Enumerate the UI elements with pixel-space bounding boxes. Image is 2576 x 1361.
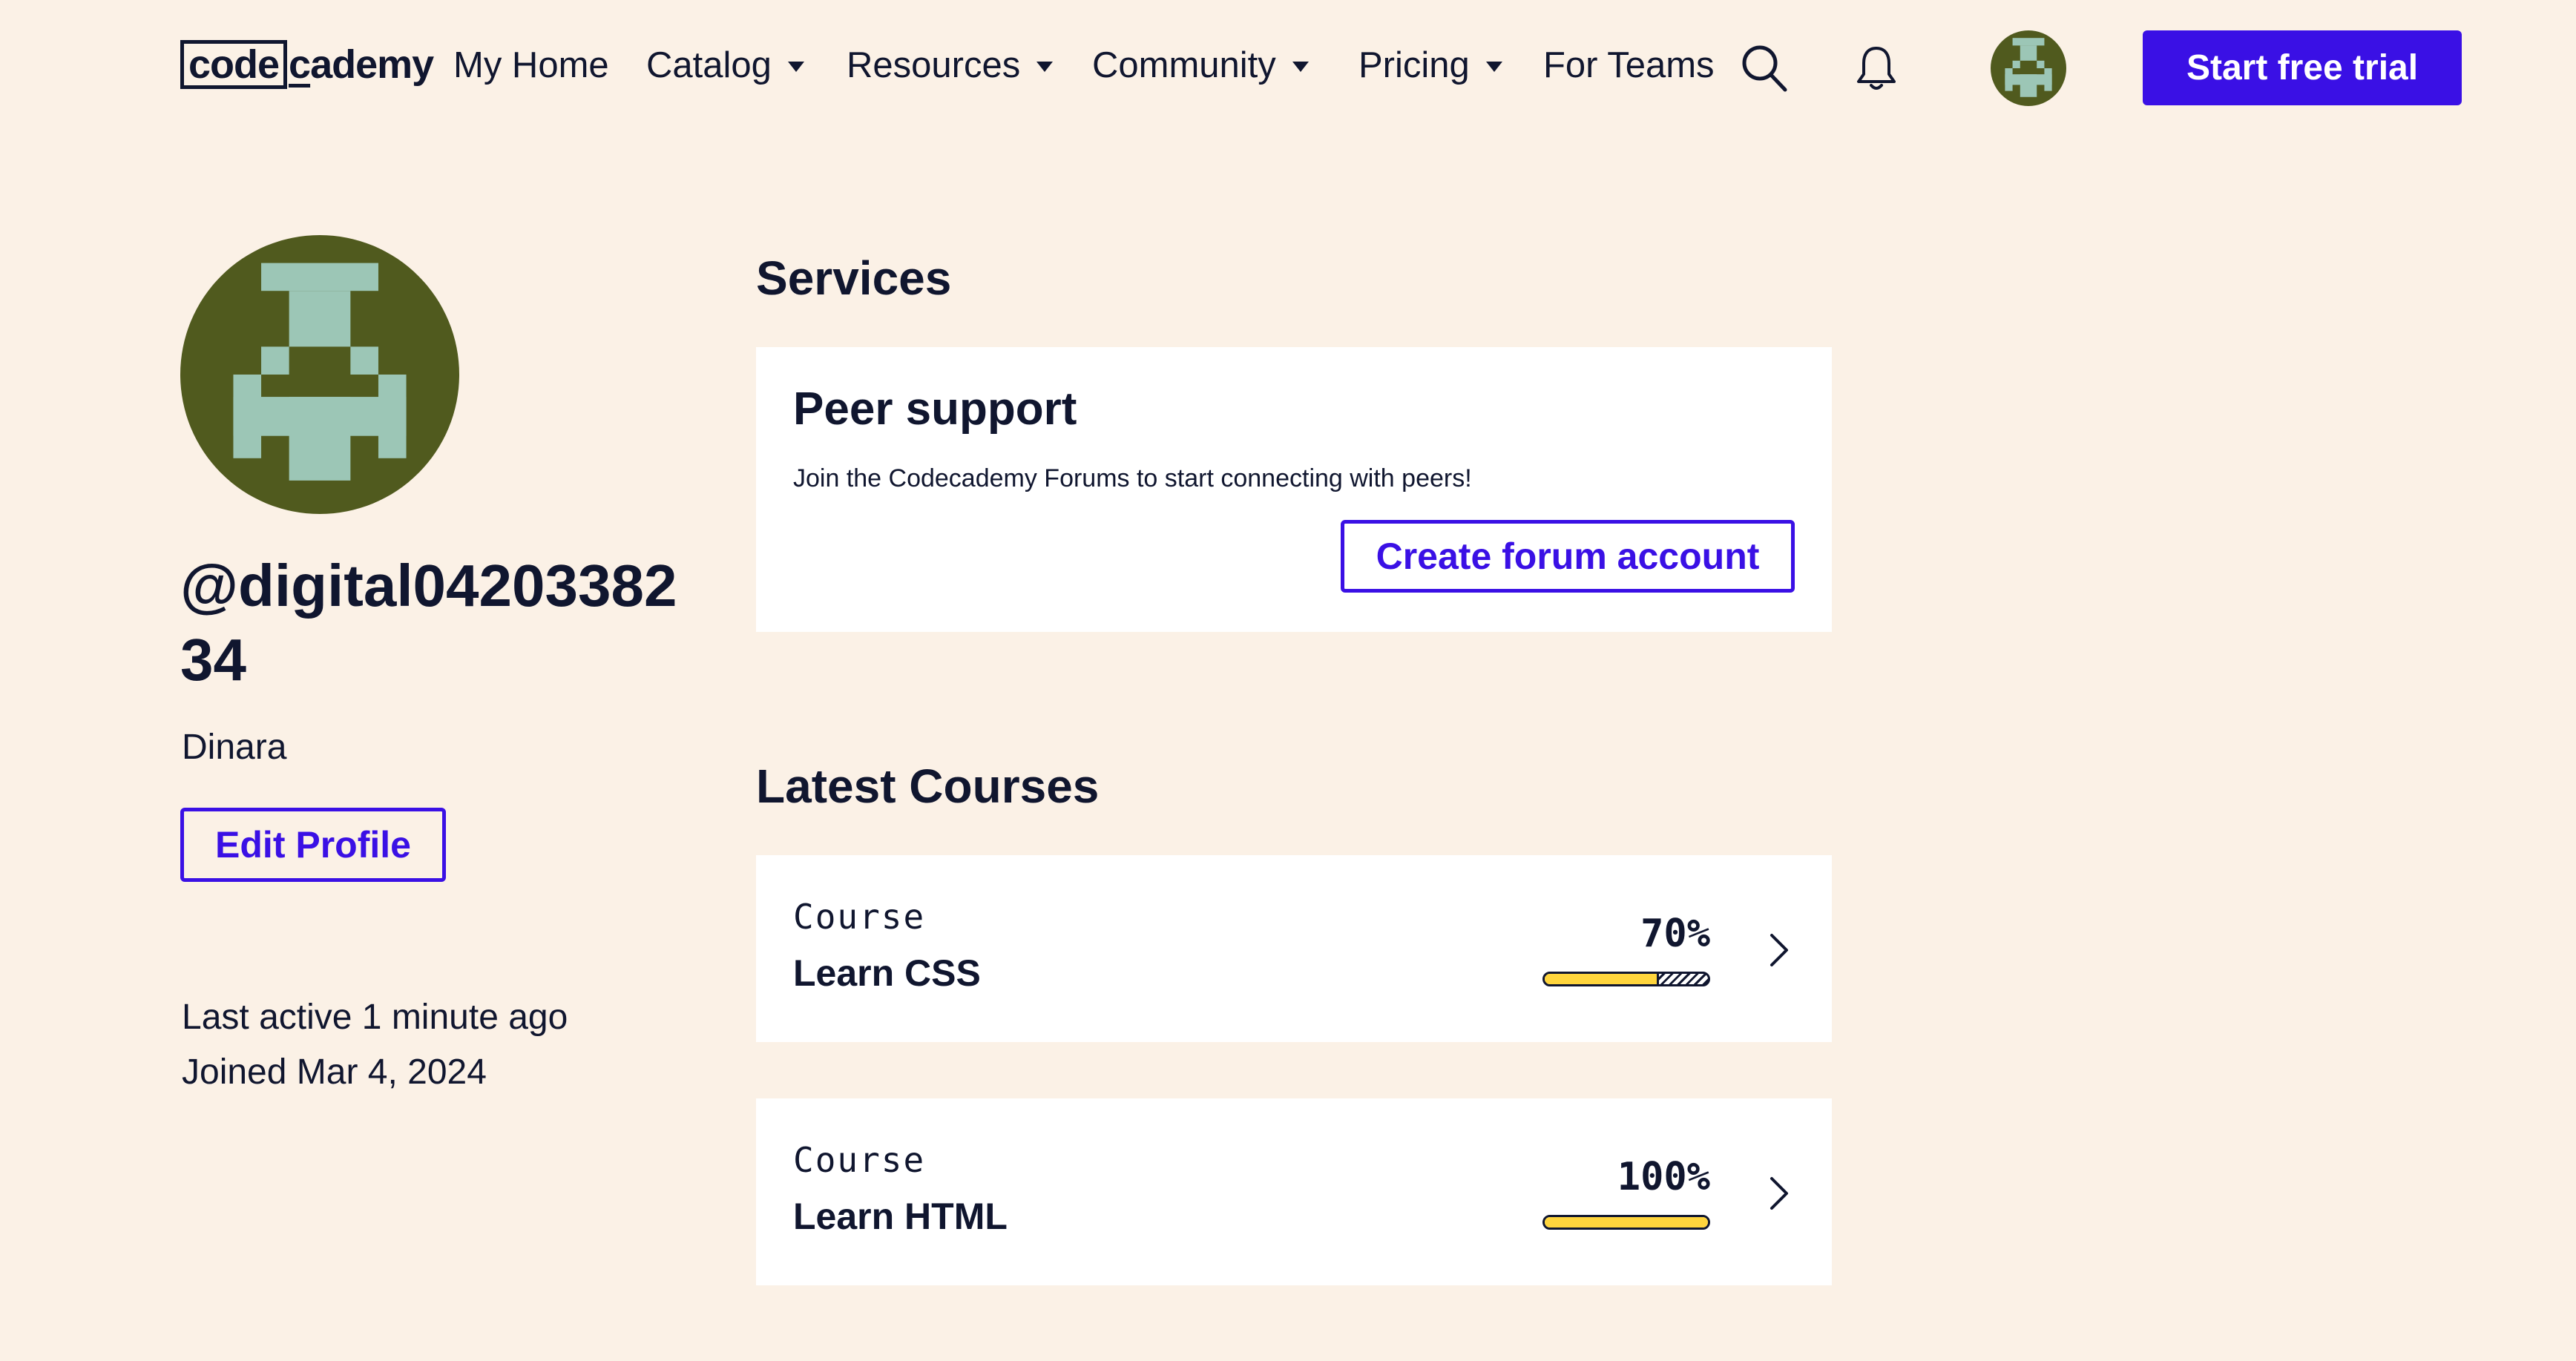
- course-progress-fill: [1545, 974, 1659, 984]
- nav-pricing[interactable]: Pricing: [1358, 42, 1502, 89]
- profile-avatar: [180, 235, 459, 514]
- caret-down-icon: [787, 62, 804, 72]
- course-name: Learn HTML: [793, 1196, 1008, 1237]
- caret-down-icon: [1485, 62, 1502, 72]
- nav-resources[interactable]: Resources: [847, 42, 1054, 89]
- profile-page: code c ademy My Home Catalog Resources Co…: [0, 0, 2576, 1361]
- peer-support-description: Join the Codecademy Forums to start conn…: [793, 464, 1472, 492]
- peer-support-title: Peer support: [793, 383, 1077, 435]
- last-active-text: Last active 1 minute ago: [182, 998, 568, 1037]
- caret-down-icon: [1036, 62, 1054, 72]
- latest-courses-heading: Latest Courses: [756, 759, 1100, 813]
- nav-label: Pricing: [1358, 45, 1470, 85]
- profile-real-name: Dinara: [182, 728, 287, 767]
- create-forum-account-button[interactable]: Create forum account: [1341, 520, 1795, 593]
- chevron-right-icon: [1770, 1177, 1788, 1210]
- course-progress-fill: [1545, 1217, 1708, 1227]
- logo-code-box: code: [180, 40, 288, 89]
- nav-label: Catalog: [646, 45, 772, 85]
- course-progress-bar: [1542, 972, 1710, 986]
- nav-label: Community: [1092, 45, 1276, 85]
- nav-catalog[interactable]: Catalog: [646, 42, 804, 89]
- services-heading: Services: [756, 251, 952, 305]
- course-type-label: Course: [793, 897, 926, 937]
- course-name: Learn CSS: [793, 952, 981, 994]
- caret-down-icon: [1292, 62, 1309, 72]
- course-card-learn-css[interactable]: Course Learn CSS 70%: [756, 855, 1832, 1042]
- course-type-label: Course: [793, 1140, 926, 1180]
- logo-wordmark: c ademy: [289, 42, 434, 87]
- chevron-right-icon: [1770, 934, 1788, 966]
- edit-profile-button[interactable]: Edit Profile: [180, 808, 446, 882]
- top-navigation: code c ademy My Home Catalog Resources Co…: [0, 0, 2576, 134]
- joined-date-text: Joined Mar 4, 2024: [182, 1052, 487, 1092]
- course-progress-percent: 70%: [1640, 912, 1710, 956]
- profile-username: @digital0420338234: [180, 553, 677, 693]
- nav-label: For Teams: [1543, 45, 1715, 85]
- nav-label: Resources: [847, 45, 1021, 85]
- course-progress-percent: 100%: [1617, 1155, 1710, 1199]
- user-avatar-button[interactable]: [1991, 30, 2066, 106]
- nav-community[interactable]: Community: [1092, 42, 1309, 89]
- codecademy-logo[interactable]: code c ademy: [180, 40, 434, 89]
- search-icon[interactable]: [1740, 43, 1789, 97]
- course-card-learn-html[interactable]: Course Learn HTML 100%: [756, 1098, 1832, 1285]
- bell-icon[interactable]: [1855, 45, 1898, 97]
- nav-my-home[interactable]: My Home: [453, 42, 609, 89]
- peer-support-card: Peer support Join the Codecademy Forums …: [756, 347, 1832, 632]
- course-progress-bar: [1542, 1215, 1710, 1230]
- start-free-trial-button[interactable]: Start free trial: [2143, 30, 2462, 105]
- nav-for-teams[interactable]: For Teams: [1543, 42, 1715, 89]
- nav-label: My Home: [453, 45, 609, 85]
